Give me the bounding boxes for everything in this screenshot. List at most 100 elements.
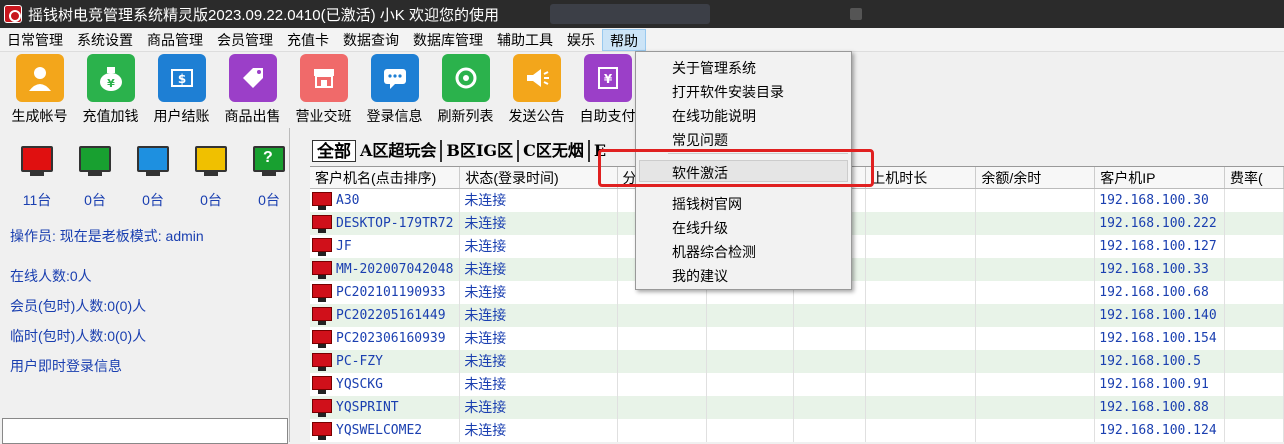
cell-client-name: YQSPRINT [310, 396, 461, 419]
cell-empty [618, 396, 707, 419]
online-count: 在线人数:0人 [10, 268, 92, 284]
cell-status: 未连接 [460, 235, 618, 258]
menu-item-upgrade[interactable]: 在线升级 [672, 218, 728, 238]
monitor-count: 11台 [22, 192, 52, 208]
recharge-button[interactable]: ¥ 充值加钱 [75, 52, 146, 128]
cell-client-name: PC202306160939 [310, 327, 461, 350]
header-ip[interactable]: 客户机IP [1095, 167, 1225, 188]
cell-status: 未连接 [460, 304, 618, 327]
menu-settings[interactable]: 系统设置 [70, 29, 140, 51]
menu-goods[interactable]: 商品管理 [140, 29, 210, 51]
menu-help[interactable]: 帮助 [602, 28, 646, 51]
monitor-green-icon [79, 146, 111, 172]
cell-rate [1225, 258, 1284, 281]
svg-text:¥: ¥ [603, 72, 612, 86]
shift-handover-button[interactable]: 营业交班 [288, 52, 359, 128]
menu-tools[interactable]: 辅助工具 [490, 29, 560, 51]
highlight-annotation-box [598, 149, 874, 187]
cell-client-name: A30 [310, 189, 461, 212]
monitor-yellow-icon [195, 146, 227, 172]
chat-icon [370, 54, 419, 102]
header-rate[interactable]: 费率( [1225, 167, 1284, 188]
header-client-name[interactable]: 客户机名(点击排序) [310, 167, 461, 188]
monitor-status-row: 11台 0台 0台 0台 ? 0台 [8, 146, 298, 210]
header-status[interactable]: 状态(登录时间) [460, 167, 618, 188]
monitor-count: 0台 [200, 192, 222, 208]
monitor-online[interactable]: 0台 [66, 146, 124, 210]
cell-empty [866, 235, 977, 258]
menu-item-about[interactable]: 关于管理系统 [672, 58, 756, 78]
refresh-icon [441, 54, 490, 102]
tab-all[interactable]: 全部 [312, 140, 356, 162]
checkout-label: 用户结账 [153, 108, 210, 124]
menu-item-online-help[interactable]: 在线功能说明 [672, 106, 756, 126]
cell-empty [618, 350, 707, 373]
client-name-text: JF [336, 239, 352, 254]
cell-empty [794, 304, 867, 327]
pc-offline-icon [312, 398, 332, 417]
client-name-text: PC202205161449 [336, 308, 446, 323]
login-info-button[interactable]: 登录信息 [359, 52, 430, 128]
menu-recharge-card[interactable]: 充值卡 [280, 29, 336, 51]
header-balance[interactable]: 余额/余时 [976, 167, 1096, 188]
monitor-red-icon [21, 146, 53, 172]
cell-empty [794, 373, 867, 396]
cell-empty [976, 327, 1096, 350]
refresh-list-button[interactable]: 刷新列表 [430, 52, 501, 128]
table-row[interactable]: PC202205161449 未连接 192.168.100.140 [310, 304, 1284, 327]
table-row[interactable]: PC202306160939 未连接 192.168.100.154 [310, 327, 1284, 350]
client-name-text: YQSWELCOME2 [336, 423, 423, 438]
monitor-offline[interactable]: 11台 [8, 146, 66, 210]
menu-members[interactable]: 会员管理 [210, 29, 280, 51]
sell-goods-button[interactable]: 商品出售 [217, 52, 288, 128]
cell-empty [976, 235, 1096, 258]
refresh-list-label: 刷新列表 [437, 108, 494, 124]
tab-zone-a[interactable]: A区超玩会 [356, 140, 443, 162]
tab-zone-b[interactable]: B区IG区 [442, 140, 520, 162]
tab-zone-c[interactable]: C区无烟 [519, 140, 590, 162]
monitor-temp[interactable]: 0台 [182, 146, 240, 210]
menu-item-open-install-dir[interactable]: 打开软件安装目录 [672, 82, 784, 102]
monitor-member[interactable]: 0台 [124, 146, 182, 210]
table-row[interactable]: YQSPRINT 未连接 192.168.100.88 [310, 396, 1284, 419]
cell-status: 未连接 [460, 396, 618, 419]
menu-item-faq[interactable]: 常见问题 [672, 130, 728, 150]
menu-daily[interactable]: 日常管理 [0, 29, 70, 51]
title-bar: 摇钱树电竞管理系统精灵版2023.09.22.0410(已激活) 小K 欢迎您的… [0, 0, 1284, 28]
window-title: 摇钱树电竞管理系统精灵版2023.09.22.0410(已激活) 小K 欢迎您的… [28, 6, 499, 24]
menu-item-diagnostics[interactable]: 机器综合检测 [672, 242, 756, 262]
create-account-button[interactable]: 生成帐号 [4, 52, 75, 128]
monitor-stand [262, 172, 276, 176]
monitor-unknown[interactable]: ? 0台 [240, 146, 298, 210]
pc-offline-icon [312, 237, 332, 256]
table-row[interactable]: YQSCKG 未连接 192.168.100.91 [310, 373, 1284, 396]
self-pay-button[interactable]: ¥ 自助支付 [572, 52, 643, 128]
header-duration[interactable]: 上机时长 [866, 167, 977, 188]
message-input[interactable] [2, 418, 288, 444]
cell-empty [794, 327, 867, 350]
menu-database[interactable]: 数据库管理 [406, 29, 490, 51]
cell-ip: 192.168.100.88 [1095, 396, 1225, 419]
cell-empty [794, 396, 867, 419]
operator-info: 操作员: 现在是老板模式: admin [10, 228, 204, 244]
cell-empty [976, 281, 1096, 304]
cell-rate [1225, 373, 1284, 396]
send-notice-button[interactable]: 发送公告 [501, 52, 572, 128]
table-row[interactable]: PC-FZY 未连接 192.168.100.5 [310, 350, 1284, 373]
cell-empty [707, 327, 794, 350]
checkout-button[interactable]: $ 用户结账 [146, 52, 217, 128]
cell-rate [1225, 396, 1284, 419]
menu-entertainment[interactable]: 娱乐 [560, 29, 602, 51]
menu-query[interactable]: 数据查询 [336, 29, 406, 51]
cell-status: 未连接 [460, 350, 618, 373]
table-row[interactable]: YQSWELCOME2 未连接 192.168.100.124 [310, 419, 1284, 442]
cell-client-name: DESKTOP-179TR72 [310, 212, 461, 235]
cell-rate [1225, 327, 1284, 350]
monitor-blue-icon [137, 146, 169, 172]
menu-item-website[interactable]: 摇钱树官网 [672, 194, 742, 214]
titlebar-button[interactable] [850, 8, 862, 20]
cell-rate [1225, 189, 1284, 212]
menu-item-feedback[interactable]: 我的建议 [672, 266, 728, 286]
cell-empty [866, 189, 977, 212]
pc-offline-icon [312, 375, 332, 394]
